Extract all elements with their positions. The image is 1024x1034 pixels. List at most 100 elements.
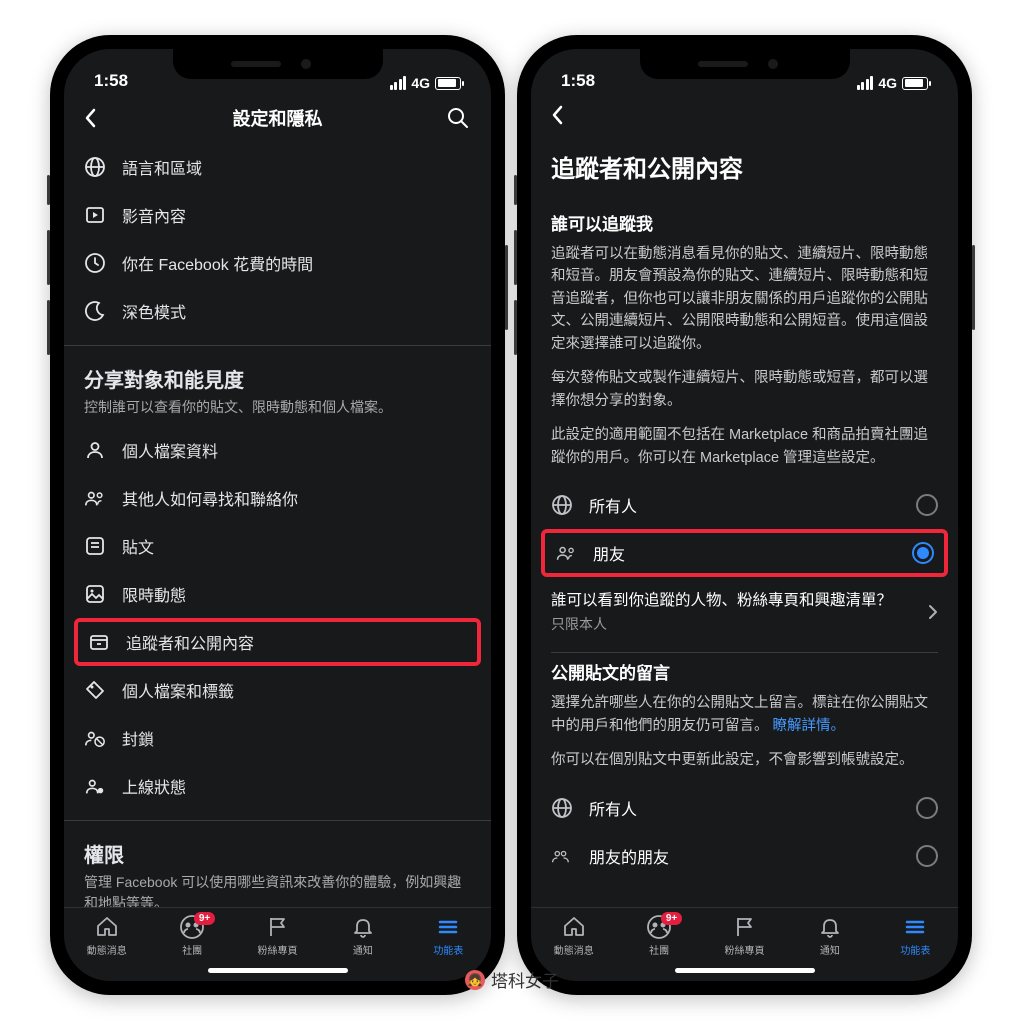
row-label: 語言和區域 [122,155,202,179]
option-label: 朋友的朋友 [589,844,669,868]
globe-icon [84,156,106,178]
section-title-permissions: 權限 [84,839,471,868]
tab-label: 動態消息 [554,942,594,957]
row-profile-tags[interactable]: 個人檔案和標籤 [84,666,471,714]
bell-icon [351,914,375,940]
radio-unselected-icon [916,494,938,516]
tab-home[interactable]: 動態消息 [64,914,149,957]
tag-icon [84,679,106,701]
nav-sub: 只限本人 [551,614,916,634]
home-indicator[interactable] [675,968,815,973]
image-icon [84,583,106,605]
row-time-spent[interactable]: 你在 Facebook 花費的時間 [84,239,471,287]
body-text: 每次發佈貼文或製作連續短片、限時動態或短音，都可以選擇你想分享的對象。 [551,367,938,412]
watermark: 👧 塔科女子 [465,967,559,992]
home-icon [95,914,119,940]
tab-groups[interactable]: 9+ 社團 [149,914,234,957]
tab-pages[interactable]: 粉絲專頁 [702,914,787,957]
header-title: 設定和隱私 [108,105,447,131]
globe-icon [551,494,573,516]
battery-icon [902,77,928,90]
tab-label: 通知 [353,942,373,957]
row-blocking[interactable]: 封鎖 [84,714,471,762]
nav-who-can-see-following[interactable]: 誰可以看到你追蹤的人物、粉絲專頁和興趣清單？ 只限本人 [551,577,938,646]
home-indicator[interactable] [208,968,348,973]
page-title: 追蹤者和公開內容 [551,137,938,204]
row-media[interactable]: 影音內容 [84,191,471,239]
option-label: 朋友 [593,541,625,565]
menu-icon [436,914,460,940]
subheading-who-can-follow: 誰可以追蹤我 [551,210,938,235]
watermark-text: 塔科女子 [491,967,559,992]
post-icon [84,535,106,557]
active-icon [84,775,106,797]
row-profile-info[interactable]: 個人檔案資料 [84,426,471,474]
header [531,95,958,137]
row-label: 貼文 [122,534,154,558]
row-language[interactable]: 語言和區域 [84,143,471,191]
phone-right: 1:58 4G 追蹤者和公開內容 誰可以追蹤我 追蹤者可以在動態消息看見你的貼文… [517,35,972,995]
row-label: 個人檔案資料 [122,438,218,462]
tab-label: 功能表 [900,942,930,957]
clock-icon [84,252,106,274]
radio-selected-icon [912,542,934,564]
tab-notifications[interactable]: 通知 [320,914,405,957]
tab-groups[interactable]: 9+ 社團 [616,914,701,957]
option-public[interactable]: 所有人 [551,481,938,529]
screen-left: 1:58 4G 設定和隱私 語言和區域 影音內容 [64,49,491,981]
back-button[interactable] [84,108,108,128]
row-dark-mode[interactable]: 深色模式 [84,287,471,335]
friends-icon [555,542,577,564]
screen-right: 1:58 4G 追蹤者和公開內容 誰可以追蹤我 追蹤者可以在動態消息看見你的貼文… [531,49,958,981]
nav-title: 誰可以看到你追蹤的人物、粉絲專頁和興趣清單？ [551,589,916,612]
body-text: 追蹤者可以在動態消息看見你的貼文、連續短片、限時動態和短音。朋友會預設為你的貼文… [551,243,938,355]
option-friends[interactable]: 朋友 [541,529,948,577]
badge: 9+ [661,912,682,925]
video-icon [84,204,106,226]
back-button[interactable] [551,105,575,125]
signal-icon [857,76,874,90]
moon-icon [84,300,106,322]
section-sub-permissions: 管理 Facebook 可以使用哪些資訊來改善你的體驗，例如興趣和地點等等。 [84,872,471,907]
tab-label: 功能表 [433,942,463,957]
learn-more-link[interactable]: 瞭解詳情。 [773,718,846,734]
body-text: 此設定的適用範圍不包括在 Marketplace 和商品拍賣社團追蹤你的用戶。你… [551,424,938,469]
tab-label: 通知 [820,942,840,957]
body-text: 選擇允許哪些人在你的公開貼文上留言。標註在你公開貼文中的用戶和他們的朋友仍可留言… [551,692,938,737]
person-icon [84,439,106,461]
option-public-comments[interactable]: 所有人 [551,784,938,832]
row-posts[interactable]: 貼文 [84,522,471,570]
row-find-contact[interactable]: 其他人如何尋找和聯絡你 [84,474,471,522]
flag-icon [733,914,757,940]
option-friends-of-friends[interactable]: 朋友的朋友 [551,832,938,868]
row-label: 其他人如何尋找和聯絡你 [122,486,298,510]
row-label: 限時動態 [122,582,186,606]
signal-icon [390,76,407,90]
tab-label: 社團 [649,942,669,957]
status-time: 1:58 [561,71,595,91]
radio-unselected-icon [916,797,938,819]
row-followers-public[interactable]: 追蹤者和公開內容 [74,618,481,666]
tab-menu[interactable]: 功能表 [406,914,491,957]
battery-icon [435,77,461,90]
subheading-public-comments: 公開貼文的留言 [551,659,938,684]
notch [640,49,850,79]
bell-icon [818,914,842,940]
row-stories[interactable]: 限時動態 [84,570,471,618]
search-button[interactable] [447,107,471,129]
archive-icon [88,631,110,653]
tab-notifications[interactable]: 通知 [787,914,872,957]
status-network: 4G [878,75,897,91]
row-label: 深色模式 [122,299,186,323]
row-active-status[interactable]: 上線狀態 [84,762,471,810]
header: 設定和隱私 [64,95,491,143]
badge: 9+ [194,912,215,925]
radio-unselected-icon [916,845,938,867]
tab-menu[interactable]: 功能表 [873,914,958,957]
tab-home[interactable]: 動態消息 [531,914,616,957]
menu-icon [903,914,927,940]
flag-icon [266,914,290,940]
body-text: 你可以在個別貼文中更新此設定，不會影響到帳號設定。 [551,749,938,771]
tab-label: 粉絲專頁 [258,942,298,957]
tab-pages[interactable]: 粉絲專頁 [235,914,320,957]
